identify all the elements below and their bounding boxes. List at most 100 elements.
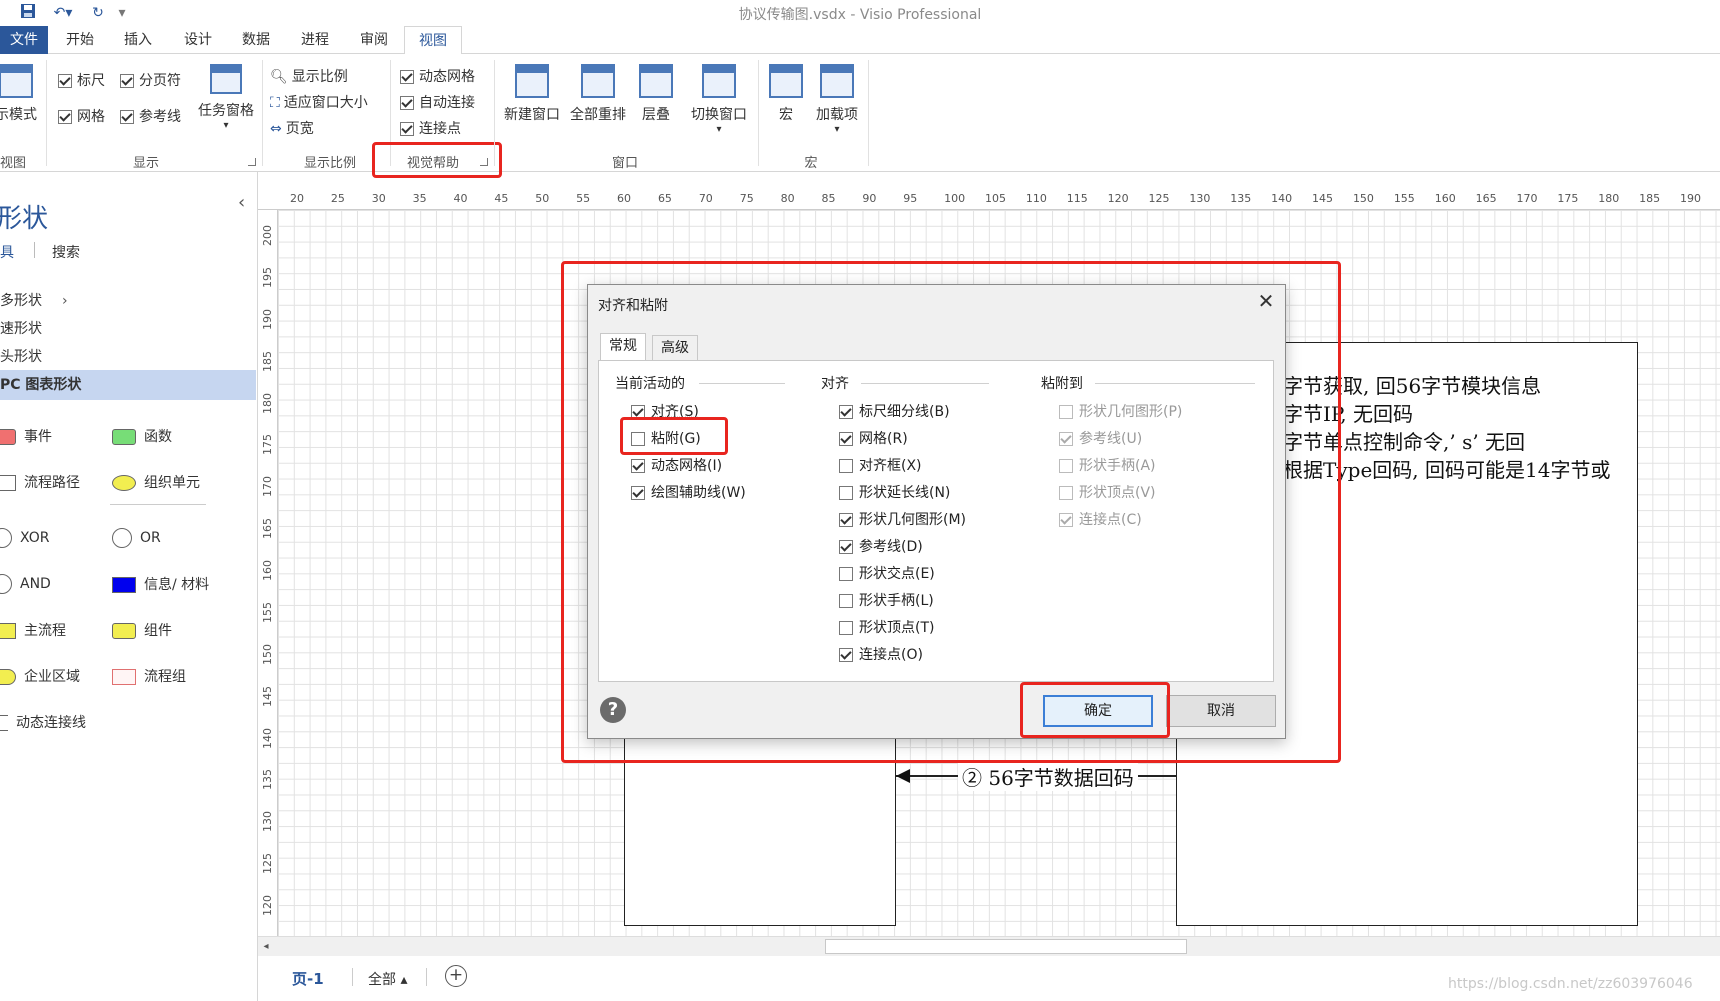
ribbon-tabs: 文件 开始 插入 设计 数据 进程 审阅 视图	[0, 26, 1720, 55]
option-shape-handles[interactable]: 形状手柄(L)	[839, 590, 934, 610]
option-drawing-aids[interactable]: 绘图辅助线(W)	[631, 482, 746, 502]
shapes-pane-title: 形状	[0, 204, 49, 234]
grid-label: 网格	[77, 109, 105, 125]
shape-label: OR	[140, 530, 161, 546]
all-pages-button[interactable]: 全部 ▴	[368, 969, 407, 989]
option-shape-extensions[interactable]: 形状延长线(N)	[839, 482, 950, 502]
arrange-all-button[interactable]: 全部重排	[566, 64, 630, 124]
chevron-down-icon: ▾	[834, 124, 840, 135]
scroll-left-icon[interactable]: ◂	[258, 937, 274, 956]
view-group-label: 视图	[0, 156, 27, 171]
ruler-tick-label: 135	[261, 769, 274, 791]
stencil-quick-shapes[interactable]: 速形状	[0, 318, 42, 338]
cancel-button[interactable]: 取消	[1166, 695, 1276, 727]
tab-review[interactable]: 审阅	[352, 26, 396, 54]
shape-component[interactable]: 组件	[112, 620, 172, 640]
task-panes-icon	[210, 64, 242, 94]
add-page-icon[interactable]: +	[445, 965, 467, 987]
tab-view[interactable]: 视图	[404, 26, 462, 55]
option-label: 网格(R)	[859, 431, 908, 447]
tab-home[interactable]: 开始	[58, 26, 102, 54]
tab-advanced[interactable]: 高级	[652, 335, 698, 361]
shape-org-unit[interactable]: 组织单元	[112, 472, 200, 492]
option-shape-intersections[interactable]: 形状交点(E)	[839, 563, 935, 583]
page-width-button[interactable]: ⇔ 页宽	[270, 118, 314, 138]
option-grid[interactable]: 网格(R)	[839, 428, 908, 448]
tab-general[interactable]: 常规	[600, 333, 646, 361]
event-shape-icon	[0, 429, 16, 445]
addins-button[interactable]: 加载项 ▾	[812, 64, 862, 135]
ruler-tick-label: 155	[1393, 192, 1415, 205]
autoconnect-checkbox[interactable]: 自动连接	[400, 92, 475, 112]
option-ruler-subdivisions[interactable]: 标尺细分线(B)	[839, 401, 950, 421]
ruler-tick-label: 175	[261, 434, 274, 456]
option-label: 参考线(D)	[859, 539, 923, 555]
ruler-tick-label: 45	[494, 192, 509, 205]
stencil-arrow-shapes[interactable]: 头形状	[0, 346, 42, 366]
ruler-tick-label: 185	[1639, 192, 1661, 205]
shape-process-path[interactable]: 流程路径	[0, 472, 80, 492]
show-group-launcher-icon[interactable]	[248, 158, 256, 166]
cascade-label: 层叠	[642, 107, 670, 123]
option-alignment-box[interactable]: 对齐框(X)	[839, 455, 922, 475]
shapes-tab-search[interactable]: 搜索	[52, 242, 80, 262]
shape-process-group[interactable]: 流程组	[112, 666, 186, 686]
option-shape-geometry[interactable]: 形状几何图形(M)	[839, 509, 966, 529]
task-panes-button[interactable]: 任务窗格 ▾	[194, 64, 258, 131]
dynamic-grid-checkbox[interactable]: 动态网格	[400, 66, 475, 86]
stencil-more-shapes[interactable]: 多形状 ›	[0, 290, 68, 310]
option-shape-vertices[interactable]: 形状顶点(T)	[839, 617, 934, 637]
horizontal-scrollbar[interactable]: ◂	[258, 936, 1720, 956]
macros-button[interactable]: 宏	[764, 64, 808, 124]
shape-label: 流程路径	[24, 475, 80, 491]
shapes-tab-more[interactable]: 具	[0, 242, 14, 262]
tab-file[interactable]: 文件	[0, 26, 48, 54]
tab-process[interactable]: 进程	[293, 26, 337, 54]
shape-dynamic-connector[interactable]: 动态连接线	[0, 712, 86, 732]
ruler-tick-label: 200	[261, 225, 274, 246]
page-width-label: 页宽	[285, 121, 314, 137]
option-dynamic-grid[interactable]: 动态网格(I)	[631, 455, 722, 475]
shapes-pane: 形状 ‹ 具 搜索 多形状 › 速形状 头形状 PC 图表形状 事件 函数 流程路…	[0, 172, 258, 1001]
tab-insert[interactable]: 插入	[116, 26, 160, 54]
zoom-button[interactable]: 🔍︎ 显示比例	[270, 66, 348, 86]
stencil-epc-shapes[interactable]: PC 图表形状	[0, 370, 256, 400]
shape-enterprise-area[interactable]: 企业区域	[0, 666, 80, 686]
option-connection-points[interactable]: 连接点(O)	[839, 644, 923, 664]
page-breaks-checkbox[interactable]: 分页符	[120, 70, 181, 90]
ruler-checkbox[interactable]: 标尺	[58, 70, 105, 90]
presentation-mode-button[interactable]: 示模式	[0, 64, 42, 124]
close-icon[interactable]: ✕	[1252, 287, 1280, 315]
shape-function[interactable]: 函数	[112, 426, 172, 446]
ruler-tick-label: 190	[1680, 192, 1701, 205]
ruler-label: 标尺	[77, 73, 105, 89]
page-tab-1[interactable]: 页-1	[292, 968, 324, 989]
option-guides[interactable]: 参考线(D)	[839, 536, 923, 556]
switch-windows-button[interactable]: 切换窗口 ▾	[686, 64, 752, 135]
new-window-button[interactable]: 新建窗口	[500, 64, 564, 124]
option-label: 形状几何图形(P)	[1079, 404, 1183, 420]
guides-label: 参考线	[139, 109, 181, 125]
tab-data[interactable]: 数据	[234, 26, 278, 54]
shape-event[interactable]: 事件	[0, 426, 52, 446]
dialog-title: 对齐和粘附	[598, 298, 668, 314]
connection-points-checkbox[interactable]: 连接点	[400, 118, 461, 138]
page-breaks-label: 分页符	[139, 73, 181, 89]
guides-checkbox[interactable]: 参考线	[120, 106, 181, 126]
shape-main-process[interactable]: 主流程	[0, 620, 66, 640]
shape-or[interactable]: OR	[112, 528, 161, 548]
group-separator	[46, 60, 47, 166]
grid-checkbox[interactable]: 网格	[58, 106, 105, 126]
shape-info-material[interactable]: 信息/ 材料	[112, 574, 209, 594]
shape-and[interactable]: AND	[0, 574, 51, 594]
fit-to-window-button[interactable]: ⛶ 适应窗口大小	[270, 92, 368, 112]
ruler-tick-label: 20	[290, 192, 304, 205]
collapse-pane-icon[interactable]: ‹	[238, 192, 245, 213]
tab-design[interactable]: 设计	[176, 26, 220, 54]
shape-xor[interactable]: XOR	[0, 528, 49, 548]
ruler-tick-label: 120	[1107, 192, 1129, 205]
cascade-button[interactable]: 层叠	[634, 64, 678, 124]
scrollbar-thumb[interactable]	[825, 939, 1187, 954]
help-icon[interactable]: ?	[600, 697, 626, 723]
highlight-visual-aids-launcher	[372, 142, 502, 178]
